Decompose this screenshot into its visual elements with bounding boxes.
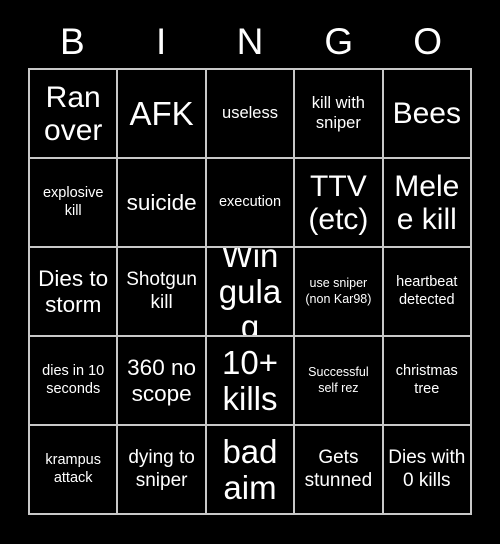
header-letter-n: N — [236, 20, 264, 62]
bingo-cell-label: dies in 10 seconds — [42, 362, 105, 397]
bingo-cell-label: 360 no scope — [127, 354, 196, 406]
bingo-cell[interactable]: dies in 10 seconds — [30, 337, 119, 426]
bingo-cell-label: Ran over — [44, 80, 103, 147]
bingo-cell[interactable]: use sniper (non Kar98) — [295, 248, 384, 337]
bingo-cell-label: execution — [218, 193, 282, 210]
bingo-cell[interactable]: 10+ kills — [206, 337, 296, 426]
bingo-cell-label: 10+ kills — [222, 343, 278, 417]
bingo-cell[interactable]: explosive kill — [30, 159, 119, 248]
bingo-cell-label: suicide — [126, 189, 197, 215]
bingo-cell[interactable]: Gets stunned — [295, 426, 384, 515]
bingo-cell[interactable]: bad aim — [206, 426, 296, 515]
bingo-cell[interactable]: TTV (etc) — [295, 159, 384, 248]
bingo-cell-label: use sniper (non Kar98) — [305, 275, 372, 306]
bingo-cell-label: TTV (etc) — [308, 169, 369, 236]
bingo-cell-label: Dies with 0 kills — [388, 447, 466, 491]
bingo-cell-label: christmas tree — [395, 362, 458, 397]
bingo-header: B I N G O — [28, 14, 472, 68]
bingo-cell[interactable]: kill with sniper — [295, 70, 384, 159]
bingo-cell-label: Shotgun kill — [126, 269, 197, 313]
bingo-cell-label: Dies to storm — [38, 265, 109, 317]
bingo-cell-label: Win gulag — [218, 248, 282, 337]
bingo-cell-label: useless — [222, 103, 278, 122]
bingo-cell-label: krampus attack — [45, 451, 101, 486]
bingo-cell[interactable]: useless — [206, 70, 296, 159]
bingo-cell[interactable]: Successful self rez — [295, 337, 384, 426]
bingo-cell-label: explosive kill — [42, 184, 104, 219]
header-letter-o: O — [413, 20, 442, 62]
bingo-cell[interactable]: Dies to storm — [30, 248, 119, 337]
bingo-cell[interactable]: christmas tree — [383, 337, 472, 426]
bingo-cell-label: Bees — [392, 97, 461, 130]
bingo-cell[interactable]: execution — [206, 159, 296, 248]
bingo-cell-label: kill with sniper — [311, 93, 365, 132]
bingo-cell[interactable]: Ran over — [30, 70, 119, 159]
bingo-cell-label: Gets stunned — [304, 447, 373, 491]
header-letter-i: I — [156, 20, 167, 62]
bingo-cell-label: Successful self rez — [308, 364, 369, 395]
bingo-cell-label: AFK — [129, 94, 194, 132]
bingo-cell-label: Melee kill — [394, 169, 460, 236]
bingo-cell[interactable]: Win gulag — [206, 248, 296, 337]
bingo-cell[interactable]: AFK — [118, 70, 207, 159]
bingo-cell[interactable]: krampus attack — [30, 426, 119, 515]
bingo-cell[interactable]: dying to sniper — [118, 426, 207, 515]
bingo-grid: Ran over AFK useless kill with sniper Be… — [28, 68, 472, 515]
bingo-cell-label: heartbeat detected — [396, 273, 458, 308]
bingo-cell[interactable]: heartbeat detected — [383, 248, 472, 337]
bingo-cell[interactable]: Melee kill — [383, 159, 472, 248]
bingo-cell-label: dying to sniper — [128, 447, 195, 491]
bingo-cell[interactable]: Dies with 0 kills — [383, 426, 472, 515]
bingo-cell[interactable]: Bees — [383, 70, 472, 159]
bingo-cell[interactable]: 360 no scope — [118, 337, 207, 426]
bingo-cell[interactable]: suicide — [118, 159, 207, 248]
bingo-card: B I N G O Ran over AFK useless kill with… — [0, 0, 500, 544]
header-letter-b: B — [60, 20, 85, 62]
bingo-cell-label: bad aim — [222, 432, 278, 506]
header-letter-g: G — [324, 20, 354, 62]
bingo-cell[interactable]: Shotgun kill — [118, 248, 207, 337]
